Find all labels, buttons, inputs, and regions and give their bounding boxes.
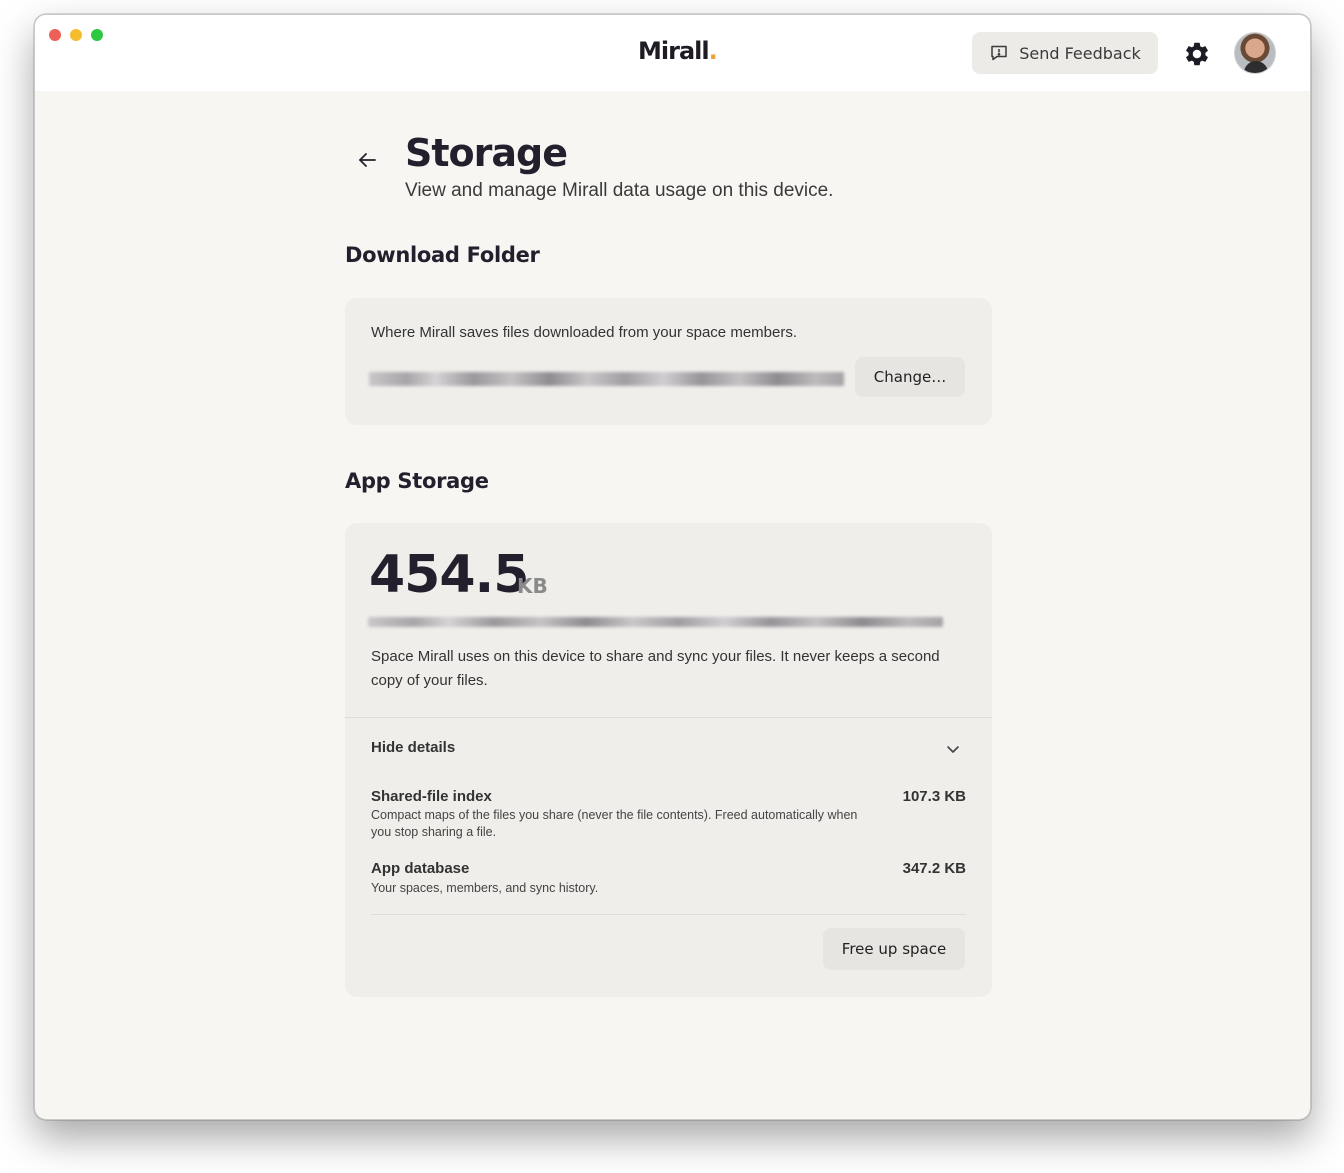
send-feedback-label: Send Feedback	[1019, 43, 1141, 63]
message-alert-icon	[991, 45, 1007, 61]
hide-details-toggle[interactable]: Hide details	[371, 739, 455, 756]
title-bar: Mirall. Send Feedback	[35, 15, 1310, 91]
window-minimize-button[interactable]	[70, 29, 82, 41]
storage-item-description: Your spaces, members, and sync history.	[371, 881, 599, 895]
send-feedback-button[interactable]: Send Feedback	[972, 32, 1158, 74]
arrow-left-icon[interactable]	[355, 148, 379, 172]
free-up-space-button[interactable]: Free up space	[823, 928, 965, 970]
logo-text: Mirall	[638, 37, 710, 65]
download-folder-card: Where Mirall saves files downloaded from…	[345, 298, 992, 425]
storage-item-title: Shared-file index	[371, 788, 492, 805]
gear-icon[interactable]	[1183, 40, 1211, 68]
storage-total-value: 454.5	[369, 545, 529, 605]
page-subtitle: View and manage Mirall data usage on thi…	[405, 180, 834, 201]
window-maximize-button[interactable]	[91, 29, 103, 41]
app-window: Mirall. Send Feedback Storage View and m…	[34, 14, 1311, 1120]
storage-total-unit: KB	[517, 574, 548, 598]
app-logo: Mirall.	[638, 37, 718, 65]
download-folder-path	[369, 372, 844, 386]
logo-dot: .	[708, 37, 718, 65]
storage-item-size: 347.2 KB	[902, 860, 966, 877]
storage-usage-bar	[368, 617, 943, 627]
download-folder-heading: Download Folder	[345, 243, 540, 267]
window-close-button[interactable]	[49, 29, 61, 41]
storage-description: Space Mirall uses on this device to shar…	[371, 648, 940, 689]
chevron-down-icon[interactable]	[945, 741, 961, 757]
app-storage-card: 454.5 KB Space Mirall uses on this devic…	[345, 523, 992, 997]
storage-item-description: Compact maps of the files you share (nev…	[371, 808, 858, 839]
storage-item-title: App database	[371, 860, 470, 877]
card-divider	[345, 717, 992, 718]
storage-item-size: 107.3 KB	[902, 788, 966, 805]
details-divider	[371, 914, 966, 915]
download-folder-description: Where Mirall saves files downloaded from…	[371, 324, 797, 341]
app-storage-heading: App Storage	[345, 469, 489, 493]
user-avatar[interactable]	[1234, 32, 1276, 74]
page-title: Storage	[405, 131, 568, 175]
change-folder-button[interactable]: Change…	[855, 357, 965, 397]
